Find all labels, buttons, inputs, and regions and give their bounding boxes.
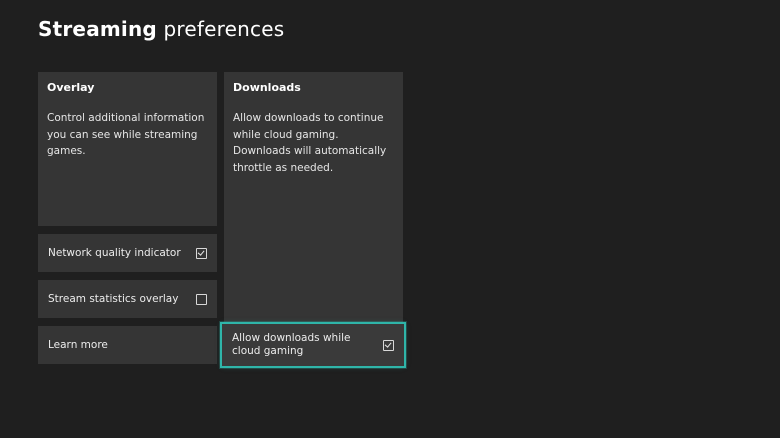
page-title: Streaming preferences (38, 17, 284, 41)
allow-downloads-label: Allow downloads while cloud gaming (232, 332, 351, 357)
checkmark-icon (197, 248, 205, 256)
streaming-preferences-page: Streaming preferences Overlay Control ad… (0, 0, 780, 438)
page-title-strong: Streaming (38, 17, 157, 41)
checkbox-checked-icon[interactable] (196, 247, 207, 259)
overlay-title: Overlay (47, 81, 95, 94)
stream-statistics-overlay-toggle[interactable]: Stream statistics overlay (38, 280, 217, 318)
allow-downloads-toggle[interactable]: Allow downloads while cloud gaming (220, 322, 406, 368)
network-quality-label: Network quality indicator (48, 246, 181, 259)
checkbox-unchecked-icon[interactable] (196, 293, 207, 305)
page-title-light: preferences (163, 17, 285, 41)
checkbox-checked-icon[interactable] (383, 339, 394, 351)
downloads-title: Downloads (233, 81, 301, 94)
stream-statistics-label: Stream statistics overlay (48, 292, 179, 305)
downloads-description: Allow downloads to continue while cloud … (233, 112, 387, 174)
network-quality-indicator-toggle[interactable]: Network quality indicator (38, 234, 217, 272)
overlay-panel: Overlay Control additional information y… (38, 72, 217, 226)
downloads-panel: Downloads Allow downloads to continue wh… (224, 72, 403, 322)
overlay-description: Control additional information you can s… (47, 112, 205, 157)
learn-more-button[interactable]: Learn more (38, 326, 217, 364)
learn-more-label: Learn more (48, 338, 108, 351)
checkmark-icon (384, 340, 392, 348)
